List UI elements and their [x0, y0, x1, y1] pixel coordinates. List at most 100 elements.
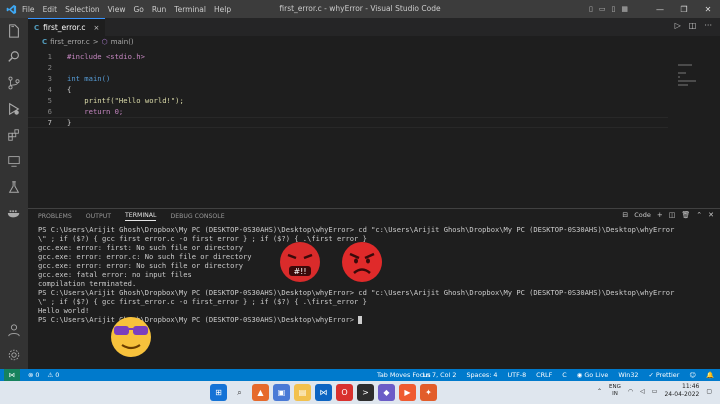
close-window-button[interactable]: ✕ [696, 0, 720, 18]
menu-bar: File Edit Selection View Go Run Terminal… [22, 5, 231, 14]
extensions-icon[interactable] [4, 125, 24, 145]
restore-button[interactable]: ❐ [672, 0, 696, 18]
warnings-count[interactable]: ⚠ 0 [47, 371, 59, 379]
tab-first-error-c[interactable]: C first_error.c × [28, 18, 106, 36]
terminal-taskbar-icon[interactable]: > [357, 384, 374, 401]
platform[interactable]: Win32 [618, 371, 638, 379]
source-control-icon[interactable] [4, 73, 24, 93]
menu-terminal[interactable]: Terminal [174, 5, 206, 14]
code-text: { [67, 85, 72, 94]
notifications-icon[interactable]: 🔔 [706, 371, 714, 379]
line-number: 1 [47, 52, 52, 61]
kill-terminal-icon[interactable]: 🗑 [681, 211, 690, 219]
breadcrumb: C first_error.c > ⬡ main() [28, 36, 720, 48]
media-taskbar-icon[interactable]: ▶ [399, 384, 416, 401]
clock-date: 24-04-2022 [664, 391, 700, 398]
search-taskbar-icon[interactable]: ⌕ [231, 384, 248, 401]
file-explorer-icon[interactable]: ▤ [294, 384, 311, 401]
remote-icon[interactable] [4, 151, 24, 171]
windows-start-icon[interactable]: ⊞ [210, 384, 227, 401]
breadcrumb-symbol[interactable]: main() [111, 38, 134, 46]
errors-count[interactable]: ⊗ 0 [28, 371, 39, 379]
notification-center-icon[interactable]: ▢ [706, 388, 712, 395]
encoding[interactable]: UTF-8 [508, 371, 527, 379]
maximize-panel-icon[interactable]: ⌃ [696, 211, 702, 219]
cursor-position[interactable]: Ln 7, Col 2 [422, 371, 456, 379]
search-icon[interactable] [4, 47, 24, 67]
battery-icon[interactable]: ▭ [652, 388, 658, 395]
run-debug-icon[interactable] [4, 99, 24, 119]
breadcrumb-separator: > [92, 38, 99, 46]
opera-icon[interactable]: O [336, 384, 353, 401]
go-live-button[interactable]: ◉ Go Live [577, 371, 609, 379]
prettier-button[interactable]: ✓ Prettier [648, 371, 679, 379]
terminal-prompt: PS C:\Users\Arijit Ghosh\Dropbox\My PC (… [38, 315, 359, 324]
code-text: printf("Hello world!"); [67, 96, 184, 105]
docker-icon[interactable] [4, 203, 24, 223]
code-line-current: 7 } [28, 117, 668, 128]
code-line: 1 #include <stdio.h> [28, 51, 668, 62]
menu-view[interactable]: View [108, 5, 126, 14]
tab-close-icon[interactable]: × [94, 24, 100, 32]
errors-value: 0 [35, 371, 40, 379]
remote-indicator-icon[interactable]: ⋈ [4, 369, 20, 381]
minimap[interactable] [678, 62, 706, 102]
split-terminal-icon[interactable]: ◫ [669, 211, 676, 219]
clock[interactable]: 11:46 24-04-2022 [664, 383, 699, 399]
toggle-secondary-sidebar-icon[interactable]: ▯ [612, 5, 616, 13]
menu-go[interactable]: Go [133, 5, 143, 14]
tray-chevron-icon[interactable]: ⌃ [597, 388, 602, 395]
explorer-icon[interactable] [4, 21, 24, 41]
volume-icon[interactable]: ◁ [640, 388, 645, 395]
customize-layout-icon[interactable]: ▦ [621, 5, 628, 13]
settings-gear-icon[interactable] [4, 345, 24, 365]
menu-file[interactable]: File [22, 5, 35, 14]
code-text: return 0; [67, 107, 124, 116]
terminal-line: PS C:\Users\Arijit Ghosh\Dropbox\My PC (… [38, 225, 675, 234]
feedback-icon[interactable]: ☺ [689, 371, 696, 379]
tab-problems[interactable]: PROBLEMS [38, 213, 72, 220]
taskbar: ⊞ ⌕ ▲ ▣ ▤ ⋈ O > ◆ ▶ ✦ ⌃ ENG IN ◠ ◁ ▭ 11:… [0, 381, 720, 404]
vscode-logo-icon [0, 0, 22, 18]
line-ending[interactable]: CRLF [536, 371, 552, 379]
more-actions-icon[interactable]: ··· [704, 21, 712, 30]
tab-output[interactable]: OUTPUT [86, 213, 111, 220]
line-number: 2 [47, 63, 52, 72]
store-taskbar-icon[interactable]: ✦ [420, 384, 437, 401]
split-editor-icon[interactable]: ◫ [689, 21, 697, 30]
indentation[interactable]: Spaces: 4 [466, 371, 497, 379]
vscode-taskbar-icon[interactable]: ⋈ [315, 384, 332, 401]
language-indicator[interactable]: ENG IN [609, 384, 621, 398]
task-view-icon[interactable]: ▣ [273, 384, 290, 401]
brave-browser-icon[interactable]: ▲ [252, 384, 269, 401]
close-panel-icon[interactable]: ✕ [708, 211, 714, 219]
terminal-line: \" ; if ($?) { gcc first_error.c -o firs… [38, 297, 367, 306]
toggle-sidebar-icon[interactable]: ▯ [589, 5, 593, 13]
menu-selection[interactable]: Selection [65, 5, 100, 14]
new-terminal-icon[interactable]: + [657, 211, 663, 219]
app-taskbar-icon[interactable]: ◆ [378, 384, 395, 401]
lang-top: ENG [609, 384, 621, 390]
language-mode[interactable]: C [562, 371, 566, 379]
code-line: 4 { [28, 84, 668, 95]
title-bar: File Edit Selection View Go Run Terminal… [0, 0, 720, 18]
account-icon[interactable] [4, 320, 24, 340]
tab-debug-console[interactable]: DEBUG CONSOLE [170, 213, 224, 220]
run-code-icon[interactable]: ▷ [675, 21, 681, 30]
minimize-button[interactable]: — [648, 0, 672, 18]
tab-terminal[interactable]: TERMINAL [125, 212, 157, 221]
menu-run[interactable]: Run [152, 5, 166, 14]
code-line: 6 return 0; [28, 106, 668, 117]
menu-help[interactable]: Help [214, 5, 231, 14]
prettier-label: Prettier [655, 371, 680, 379]
terminal-line: Hello world! [38, 306, 90, 315]
testing-icon[interactable] [4, 177, 24, 197]
shell-label[interactable]: Code [634, 211, 651, 219]
code-text: } [67, 118, 72, 127]
breadcrumb-file[interactable]: first_error.c [50, 38, 90, 46]
menu-edit[interactable]: Edit [43, 5, 58, 14]
terminal-line: compilation terminated. [38, 279, 137, 288]
wifi-icon[interactable]: ◠ [628, 388, 633, 395]
toggle-panel-icon[interactable]: ▭ [599, 5, 606, 13]
angry-face-emoji-icon [342, 242, 382, 282]
